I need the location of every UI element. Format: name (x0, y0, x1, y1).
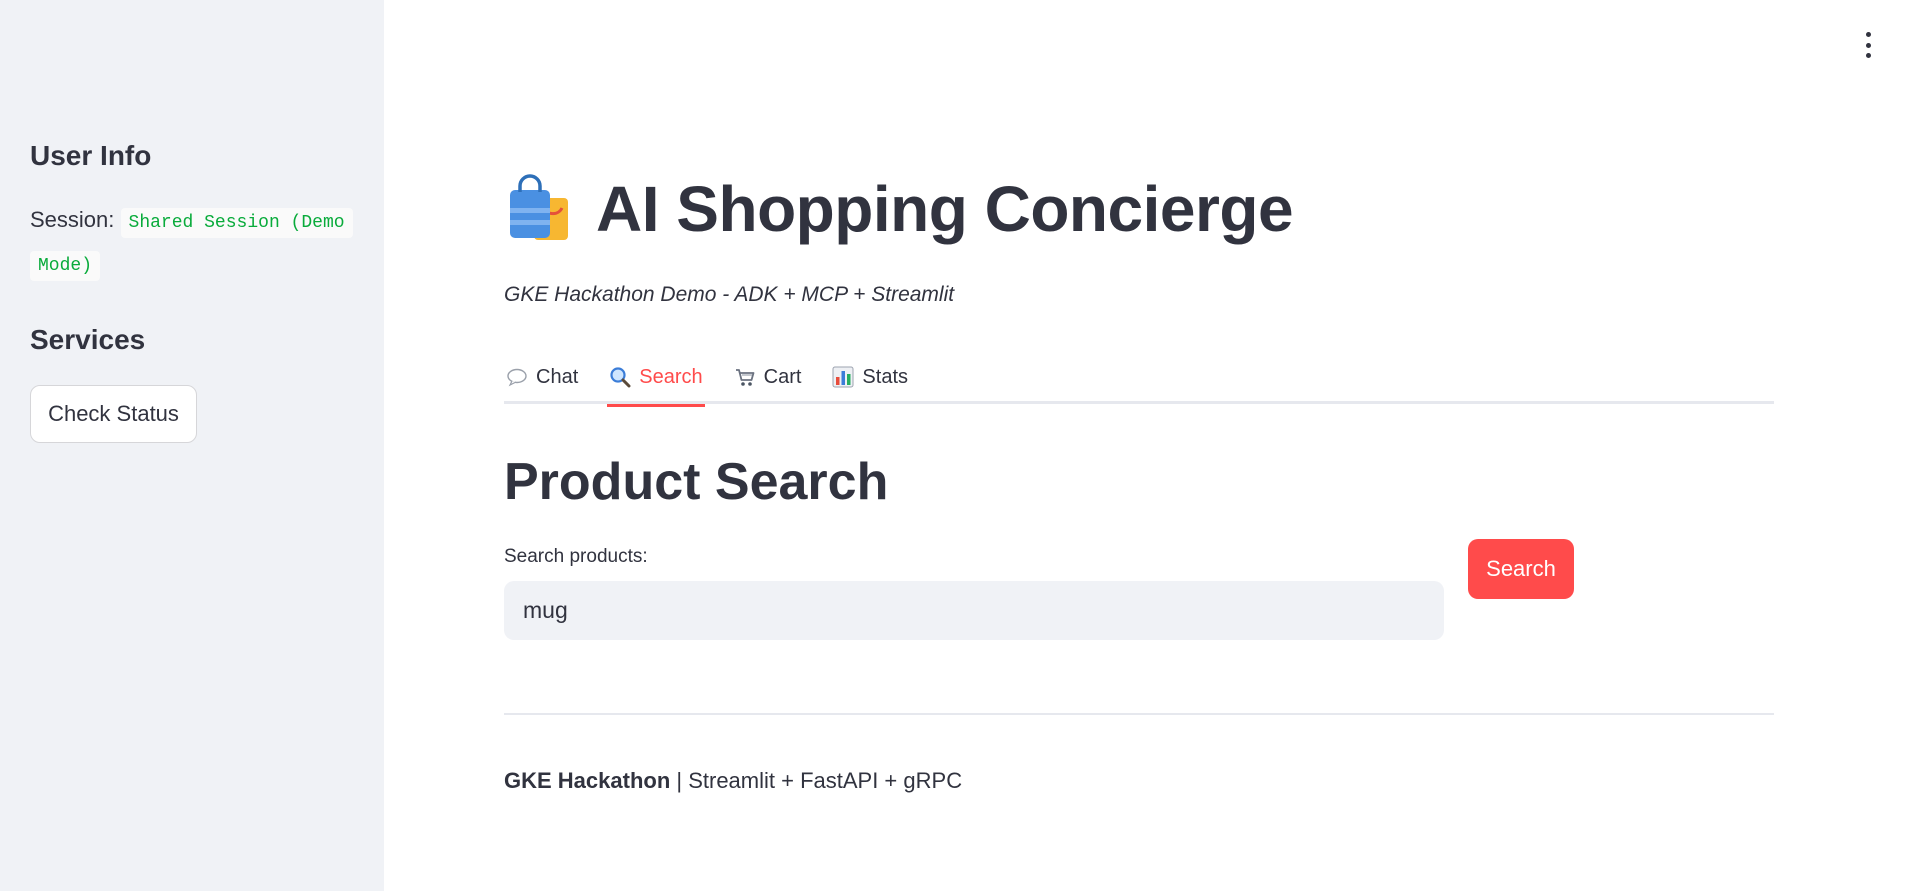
footer: GKE Hackathon | Streamlit + FastAPI + gR… (504, 768, 962, 794)
tab-chat[interactable]: Chat (504, 350, 580, 404)
page-subtitle: GKE Hackathon Demo - ADK + MCP + Streaml… (504, 283, 955, 306)
user-info-heading: User Info (30, 140, 152, 171)
tab-bar: Chat Search Cart Stats (504, 350, 1774, 407)
page-title: AI Shopping Concierge (596, 173, 1294, 245)
product-search-heading: Product Search (504, 453, 889, 511)
session-label: Session: (30, 207, 115, 232)
magnifier-icon (610, 367, 631, 388)
sidebar: User Info Session: Shared Session (Demo … (0, 0, 384, 891)
title-row: AI Shopping Concierge (504, 172, 1294, 246)
tab-cart[interactable]: Cart (732, 350, 804, 404)
tab-stats[interactable]: Stats (830, 350, 910, 404)
shopping-bags-icon (510, 174, 568, 240)
tab-cart-label: Cart (763, 365, 802, 388)
shopping-cart-icon (735, 369, 755, 386)
search-button[interactable]: Search (1468, 539, 1574, 599)
bar-chart-icon (832, 366, 854, 388)
footer-bold: GKE Hackathon (504, 768, 671, 793)
services-heading: Services (30, 324, 146, 355)
divider (504, 713, 1774, 715)
app: User Info Session: Shared Session (Demo … (0, 0, 1908, 891)
tab-chat-label: Chat (536, 365, 579, 388)
main-menu-icon[interactable] (1858, 32, 1878, 58)
search-input-label: Search products: (504, 546, 648, 567)
tab-stats-label: Stats (862, 365, 908, 388)
tab-search-label: Search (639, 365, 703, 388)
search-input[interactable] (504, 581, 1444, 640)
main-content: AI Shopping Concierge GKE Hackathon Demo… (504, 0, 1774, 891)
session-row: Session: Shared Session (Demo Mode) (30, 200, 360, 286)
speech-balloon-icon (507, 368, 527, 387)
footer-text: | Streamlit + FastAPI + gRPC (670, 768, 963, 793)
check-status-button[interactable]: Check Status (30, 385, 197, 443)
tab-search[interactable]: Search (607, 350, 706, 407)
